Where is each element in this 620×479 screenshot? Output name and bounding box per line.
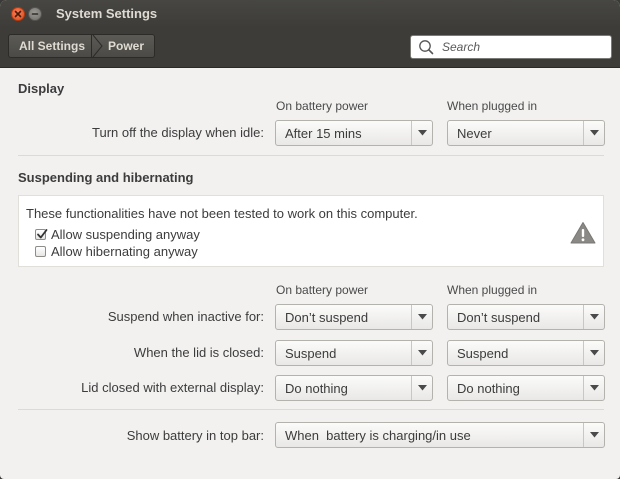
display-idle-label: Turn off the display when idle: [92, 125, 264, 140]
untested-notice-box: These functionalities have not been test… [18, 195, 604, 267]
lid-external-plugged-value: Do nothing [457, 380, 520, 396]
search-field[interactable] [410, 35, 612, 59]
chevron-down-icon [417, 314, 427, 320]
breadcrumb-separator [92, 34, 105, 58]
breadcrumb-power[interactable]: Power [104, 34, 156, 58]
power-settings-panel: Display On battery power When plugged in… [0, 68, 620, 479]
chevron-down-icon [589, 350, 599, 356]
display-idle-plugged-select[interactable]: Never [447, 120, 605, 146]
suspend-inactive-battery-value: Don’t suspend [285, 309, 369, 325]
warning-icon [570, 221, 596, 249]
chevron-down-icon [417, 350, 427, 356]
search-input[interactable] [440, 39, 604, 55]
lid-external-battery-value: Do nothing [285, 380, 348, 396]
system-settings-window: System Settings All Settings Power Displ [0, 0, 620, 479]
allow-hibernate-label: Allow hibernating anyway [51, 244, 198, 259]
chevron-down-icon [589, 130, 599, 136]
section-divider [18, 409, 604, 410]
chevron-down-icon [589, 314, 599, 320]
close-button[interactable] [11, 7, 25, 21]
chevron-down-icon [417, 130, 427, 136]
display-idle-battery-value: After 15 mins [285, 125, 362, 141]
title-bar: System Settings [0, 0, 620, 28]
minimize-icon [31, 13, 39, 15]
lid-closed-plugged-select[interactable]: Suspend [447, 340, 605, 366]
display-idle-plugged-value: Never [457, 125, 492, 141]
display-section-title: Display [18, 81, 65, 96]
section-divider [18, 155, 604, 156]
toolbar: All Settings Power [0, 28, 620, 68]
suspend-inactive-plugged-value: Don’t suspend [457, 309, 541, 325]
suspend-inactive-battery-select[interactable]: Don’t suspend [275, 304, 433, 330]
lid-closed-plugged-value: Suspend [457, 345, 509, 361]
battery-topbar-select[interactable]: When battery is charging/in use [275, 422, 605, 448]
lid-external-battery-select[interactable]: Do nothing [275, 375, 433, 401]
chevron-down-icon [589, 432, 599, 438]
breadcrumb-all-settings[interactable]: All Settings [8, 34, 93, 58]
search-icon [418, 39, 434, 55]
display-col-plugged: When plugged in [447, 99, 538, 113]
lid-external-label: Lid closed with external display: [81, 380, 264, 395]
chevron-right-icon [92, 35, 103, 57]
minimize-button[interactable] [28, 7, 42, 21]
close-icon [14, 10, 22, 18]
allow-suspend-checkbox-box[interactable] [35, 229, 48, 240]
allow-hibernate-checkbox-box[interactable] [35, 246, 46, 257]
lid-external-plugged-select[interactable]: Do nothing [447, 375, 605, 401]
window-title: System Settings [56, 6, 158, 21]
suspend-section-title: Suspending and hibernating [18, 170, 194, 185]
chevron-down-icon [589, 385, 599, 391]
allow-suspend-label: Allow suspending anyway [51, 227, 200, 242]
allow-hibernate-checkbox[interactable]: Allow hibernating anyway [35, 244, 198, 259]
suspend-col-plugged: When plugged in [447, 283, 538, 297]
suspend-inactive-label: Suspend when inactive for: [107, 309, 264, 324]
allow-suspend-checkbox[interactable]: Allow suspending anyway [35, 227, 200, 242]
untested-notice-text: These functionalities have not been test… [26, 206, 418, 221]
display-col-battery: On battery power [276, 99, 369, 113]
suspend-col-battery: On battery power [276, 283, 369, 297]
breadcrumb: All Settings Power [8, 34, 156, 58]
battery-topbar-label: Show battery in top bar: [126, 428, 264, 443]
chevron-down-icon [417, 385, 427, 391]
display-idle-battery-select[interactable]: After 15 mins [275, 120, 433, 146]
battery-topbar-value: When battery is charging/in use [285, 427, 471, 443]
lid-closed-label: When the lid is closed: [133, 345, 264, 360]
suspend-inactive-plugged-select[interactable]: Don’t suspend [447, 304, 605, 330]
checkmark-icon [37, 229, 48, 239]
lid-closed-battery-select[interactable]: Suspend [275, 340, 433, 366]
lid-closed-battery-value: Suspend [285, 345, 337, 361]
